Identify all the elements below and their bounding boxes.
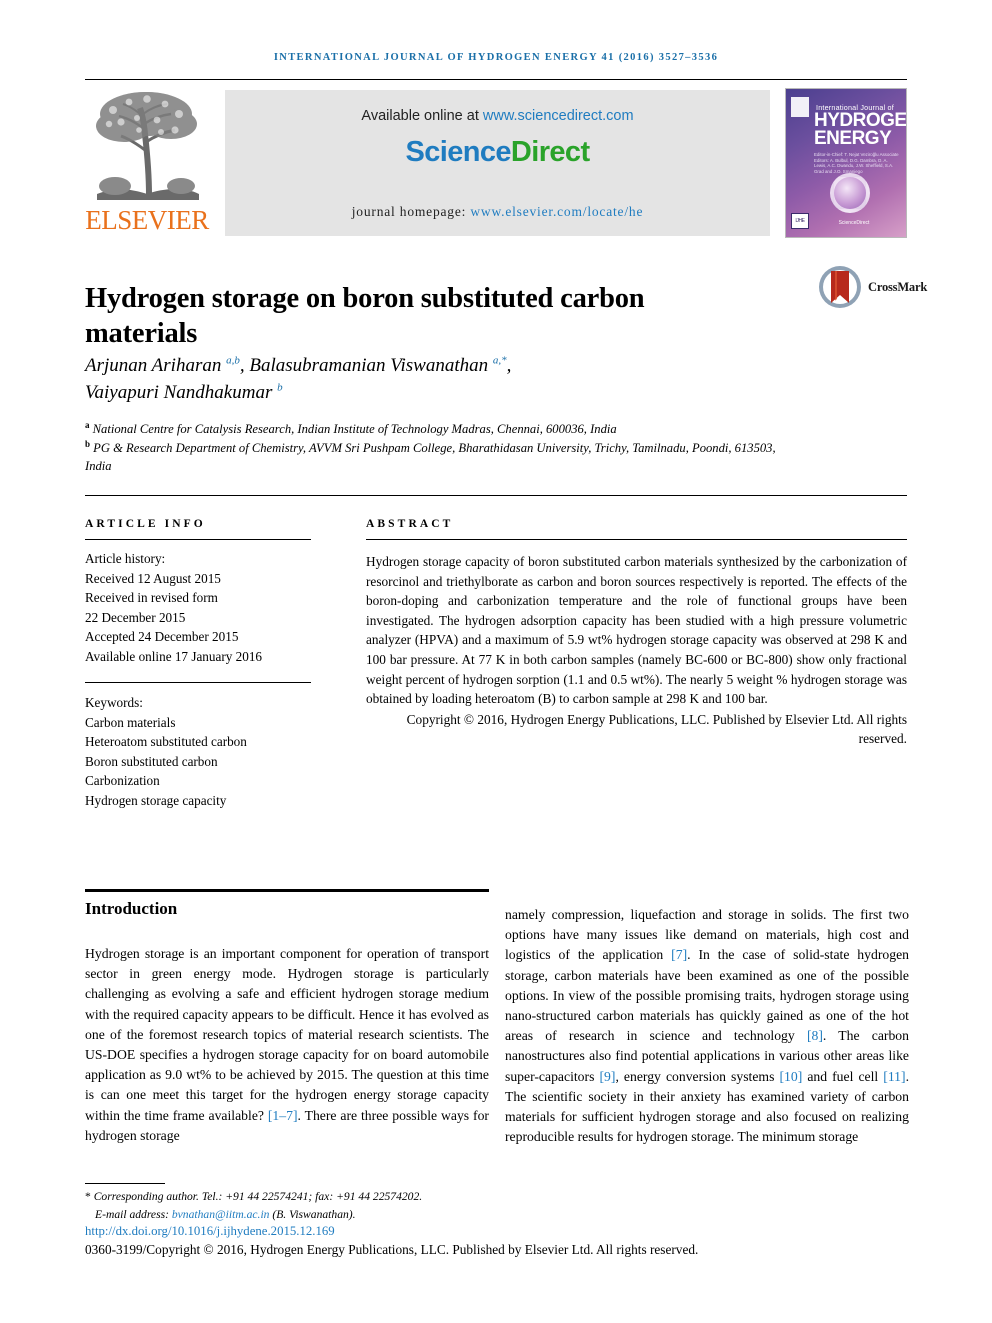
affil-marker-b: b bbox=[85, 438, 91, 449]
history-item: 22 December 2015 bbox=[85, 609, 186, 625]
available-online-line: Available online at www.sciencedirect.co… bbox=[225, 108, 770, 124]
email-note: E-mail address: bvnathan@iitm.ac.in (B. … bbox=[85, 1206, 785, 1224]
sciencedirect-logo-science: Science bbox=[405, 136, 511, 168]
history-item: Accepted 24 December 2015 bbox=[85, 629, 239, 644]
crossmark-icon bbox=[819, 266, 861, 308]
author-affil-marker: a,* bbox=[492, 354, 507, 367]
cover-title-line2: ENERGY bbox=[814, 128, 892, 149]
author-affil-marker: a,b bbox=[226, 354, 240, 367]
sciencedirect-logo[interactable]: ScienceDirect bbox=[225, 136, 770, 169]
tree-illustration-svg bbox=[96, 92, 199, 200]
history-item: Received in revised form bbox=[85, 590, 218, 605]
issn-copyright-line: 0360-3199/Copyright © 2016, Hydrogen Ene… bbox=[85, 1242, 699, 1257]
affiliations: a National Centre for Catalysis Research… bbox=[85, 420, 785, 476]
citation-ref-10[interactable]: [10] bbox=[779, 1069, 802, 1084]
abstract-heading: ABSTRACT bbox=[366, 518, 454, 530]
affiliation-b: b PG & Research Department of Chemistry,… bbox=[85, 439, 785, 476]
journal-masthead: ELSEVIER Available online at www.science… bbox=[85, 88, 907, 238]
email-owner: (B. Viswanathan). bbox=[269, 1207, 356, 1221]
article-info-rule bbox=[85, 539, 311, 540]
sciencedirect-logo-direct: Direct bbox=[510, 136, 590, 168]
introduction-rule bbox=[85, 889, 489, 893]
affiliation-b-text: PG & Research Department of Chemistry, A… bbox=[85, 440, 776, 474]
history-item: Received 12 August 2015 bbox=[85, 570, 221, 586]
email-link[interactable]: bvnathan@iitm.ac.in bbox=[172, 1208, 270, 1221]
citation-ref-8[interactable]: [8] bbox=[807, 1028, 823, 1043]
article-history-label: Article history: bbox=[85, 551, 166, 566]
keywords-label: Keywords: bbox=[85, 695, 143, 711]
abstract-copyright: Copyright © 2016, Hydrogen Energy Public… bbox=[406, 711, 907, 747]
keyword-item: Boron substituted carbon bbox=[85, 753, 218, 769]
corresponding-author-text: Corresponding author. Tel.: +91 44 22574… bbox=[93, 1190, 423, 1203]
article-info-column: ARTICLE INFO Article history: Received 1… bbox=[85, 518, 311, 810]
cover-title-main: HYDROGENENERGY bbox=[814, 111, 906, 149]
cover-elsevier-icon bbox=[791, 97, 809, 117]
sciencedirect-banner: Available online at www.sciencedirect.co… bbox=[225, 90, 770, 236]
affil-marker-a: a bbox=[85, 419, 90, 430]
cover-ring-graphic bbox=[830, 173, 870, 213]
cover-editors-text: Editor-in-Chief: T. Nejat Veziroğlu Asso… bbox=[814, 152, 899, 174]
asterisk-icon: * bbox=[85, 1190, 91, 1203]
page-title: Hydrogen storage on boron substituted ca… bbox=[85, 283, 645, 350]
citation-ref-11[interactable]: [11] bbox=[883, 1069, 905, 1084]
keyword-item: Carbon materials bbox=[85, 714, 176, 730]
available-online-text: Available online at bbox=[361, 108, 483, 124]
keyword-item: Carbonization bbox=[85, 773, 160, 789]
crossmark-label: CrossMark bbox=[868, 280, 928, 294]
author-affil-marker: b bbox=[277, 381, 283, 394]
cover-ijhe-badge: IJHE bbox=[791, 213, 809, 229]
abstract-column: ABSTRACT Hydrogen storage capacity of bo… bbox=[366, 518, 907, 749]
affiliation-a: a National Centre for Catalysis Research… bbox=[85, 420, 785, 439]
elsevier-tree-icon bbox=[91, 90, 203, 208]
crossmark-badge[interactable]: CrossMark bbox=[818, 265, 928, 311]
section-heading-introduction: Introduction bbox=[85, 899, 178, 918]
abstract-section-divider bbox=[85, 495, 907, 497]
elsevier-wordmark: ELSEVIER bbox=[85, 205, 209, 235]
journal-homepage-link[interactable]: www.elsevier.com/locate/he bbox=[470, 204, 643, 219]
keyword-item: Heteroatom substituted carbon bbox=[85, 734, 247, 750]
doi-link[interactable]: http://dx.doi.org/10.1016/j.ijhydene.201… bbox=[85, 1224, 335, 1239]
sciencedirect-url-link[interactable]: www.sciencedirect.com bbox=[483, 108, 634, 124]
footnote-block: * Corresponding author. Tel.: +91 44 225… bbox=[85, 1188, 785, 1223]
history-item: Available online 17 January 2016 bbox=[85, 648, 263, 664]
abstract-rule bbox=[366, 539, 907, 540]
intro-right-seg-4: , energy conversion systems bbox=[615, 1068, 780, 1084]
journal-article-page: International Journal of Hydrogen Energy… bbox=[0, 0, 992, 1323]
body-column-left: Hydrogen storage is an important compone… bbox=[85, 944, 489, 1146]
citation-ref-9[interactable]: [9] bbox=[599, 1069, 615, 1084]
keywords-rule bbox=[85, 682, 311, 684]
keywords-block: Keywords: Carbon materials Heteroatom su… bbox=[85, 693, 311, 810]
journal-homepage-line: journal homepage: www.elsevier.com/locat… bbox=[225, 204, 770, 220]
journal-cover-thumbnail[interactable]: International Journal of HYDROGENENERGY … bbox=[785, 88, 907, 238]
intro-text-part1: Hydrogen storage is an important compone… bbox=[85, 946, 489, 1123]
journal-homepage-label: journal homepage: bbox=[351, 204, 471, 219]
running-head: International Journal of Hydrogen Energy… bbox=[273, 52, 719, 63]
email-label: E-mail address: bbox=[95, 1207, 172, 1221]
abstract-text: Hydrogen storage capacity of boron subst… bbox=[366, 554, 907, 707]
intro-right-seg-5: and fuel cell bbox=[802, 1068, 884, 1084]
author-list: Arjunan Ariharan a,b, Balasubramanian Vi… bbox=[85, 354, 512, 403]
body-column-right: namely compression, liquefaction and sto… bbox=[505, 905, 909, 1147]
article-info-heading: ARTICLE INFO bbox=[85, 518, 206, 530]
corresponding-author-note: * Corresponding author. Tel.: +91 44 225… bbox=[85, 1188, 785, 1206]
citation-ref-1-7[interactable]: [1–7] bbox=[268, 1108, 298, 1123]
cover-sciencedirect-badge: ScienceDirect bbox=[838, 220, 870, 226]
elsevier-logo: ELSEVIER bbox=[85, 88, 209, 238]
article-history-block: Article history: Received 12 August 2015… bbox=[85, 549, 311, 666]
keyword-item: Hydrogen storage capacity bbox=[85, 792, 227, 808]
affiliation-a-text: National Centre for Catalysis Research, … bbox=[92, 422, 617, 436]
citation-ref-7[interactable]: [7] bbox=[671, 947, 687, 962]
header-divider bbox=[85, 79, 907, 81]
footnote-divider bbox=[85, 1183, 165, 1184]
